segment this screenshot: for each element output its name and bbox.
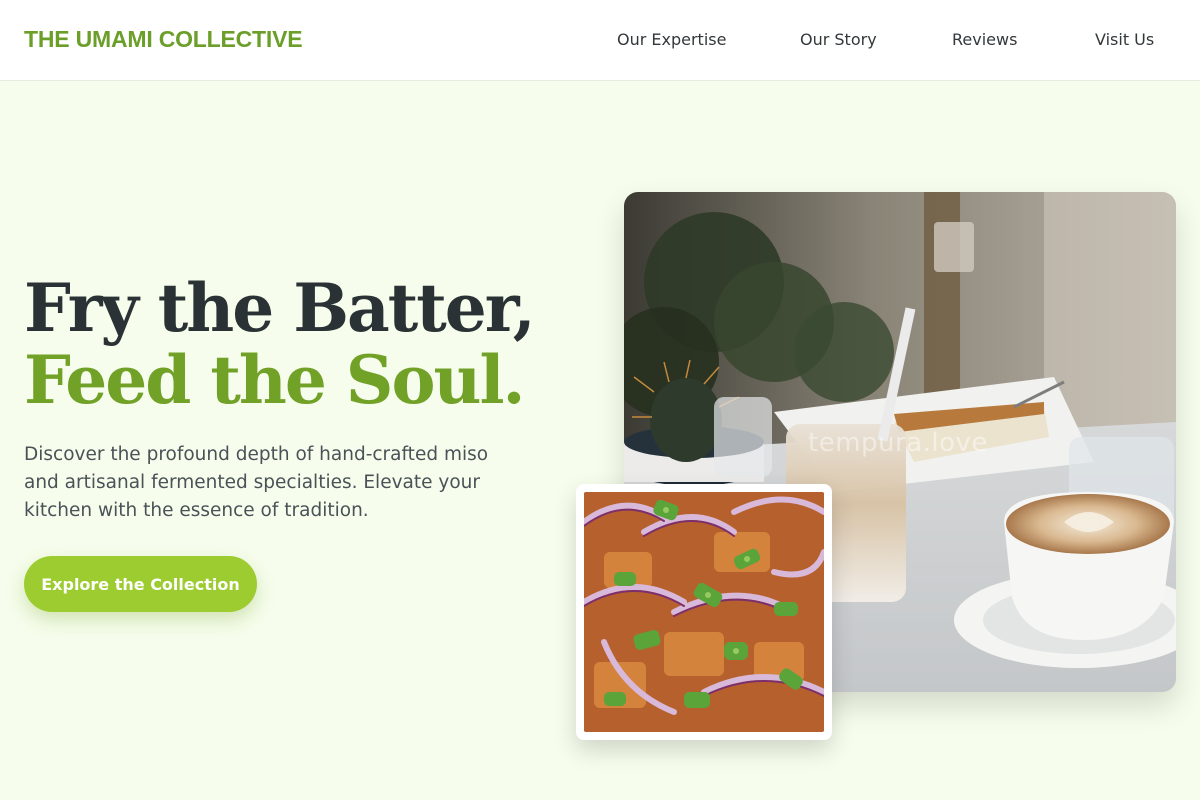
- nav-visit-us[interactable]: Visit Us: [1095, 30, 1154, 49]
- hero-headline-line-1: Fry the Batter,: [24, 269, 536, 347]
- fried-dish-photo-card: [576, 484, 832, 740]
- explore-collection-button[interactable]: Explore the Collection: [24, 556, 257, 612]
- nav-our-expertise[interactable]: Our Expertise: [617, 30, 726, 49]
- nav-our-story[interactable]: Our Story: [800, 30, 877, 49]
- hero-headline: Fry the Batter, Feed the Soul.: [24, 269, 536, 419]
- hero-description: Discover the profound depth of hand-craf…: [24, 444, 489, 521]
- nav-reviews[interactable]: Reviews: [952, 30, 1017, 49]
- hero-headline-line-2: Feed the Soul.: [24, 341, 526, 419]
- image-watermark: tempura.love: [808, 428, 988, 458]
- site-header: THE UMAMI COLLECTIVE Our Expertise Our S…: [0, 0, 1200, 81]
- fried-dish-photo: [584, 492, 824, 732]
- main-nav: Our Expertise Our Story Reviews Visit Us: [0, 30, 1200, 52]
- fried-dish-illustration: [584, 492, 824, 732]
